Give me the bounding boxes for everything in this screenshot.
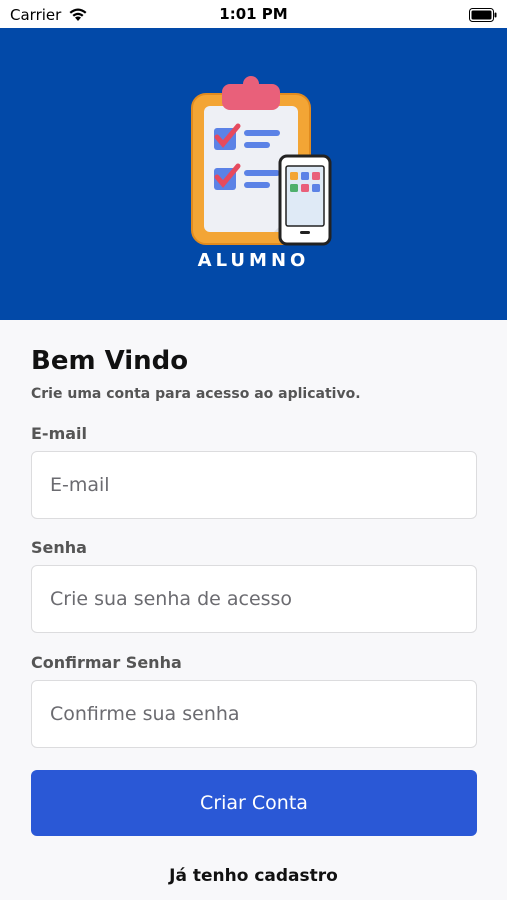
- email-label: E-mail: [31, 424, 88, 443]
- password-label: Senha: [31, 538, 87, 557]
- email-field[interactable]: [31, 451, 477, 519]
- clipboard-checklist-icon: [191, 76, 332, 246]
- brand-name: ALUMNO: [197, 250, 310, 271]
- page-subtitle: Crie uma conta para acesso ao aplicativo…: [31, 386, 361, 402]
- create-account-button[interactable]: Criar Conta: [31, 770, 477, 836]
- password-field[interactable]: [31, 565, 477, 633]
- battery-icon: [469, 7, 497, 22]
- clock: 1:01 PM: [219, 5, 288, 23]
- confirm-password-label: Confirmar Senha: [31, 653, 182, 672]
- header-banner: ALUMNO: [0, 28, 507, 320]
- status-bar: Carrier 1:01 PM: [0, 0, 507, 28]
- confirm-password-field[interactable]: [31, 680, 477, 748]
- page-title: Bem Vindo: [31, 346, 189, 376]
- login-link[interactable]: Já tenho cadastro: [0, 866, 507, 886]
